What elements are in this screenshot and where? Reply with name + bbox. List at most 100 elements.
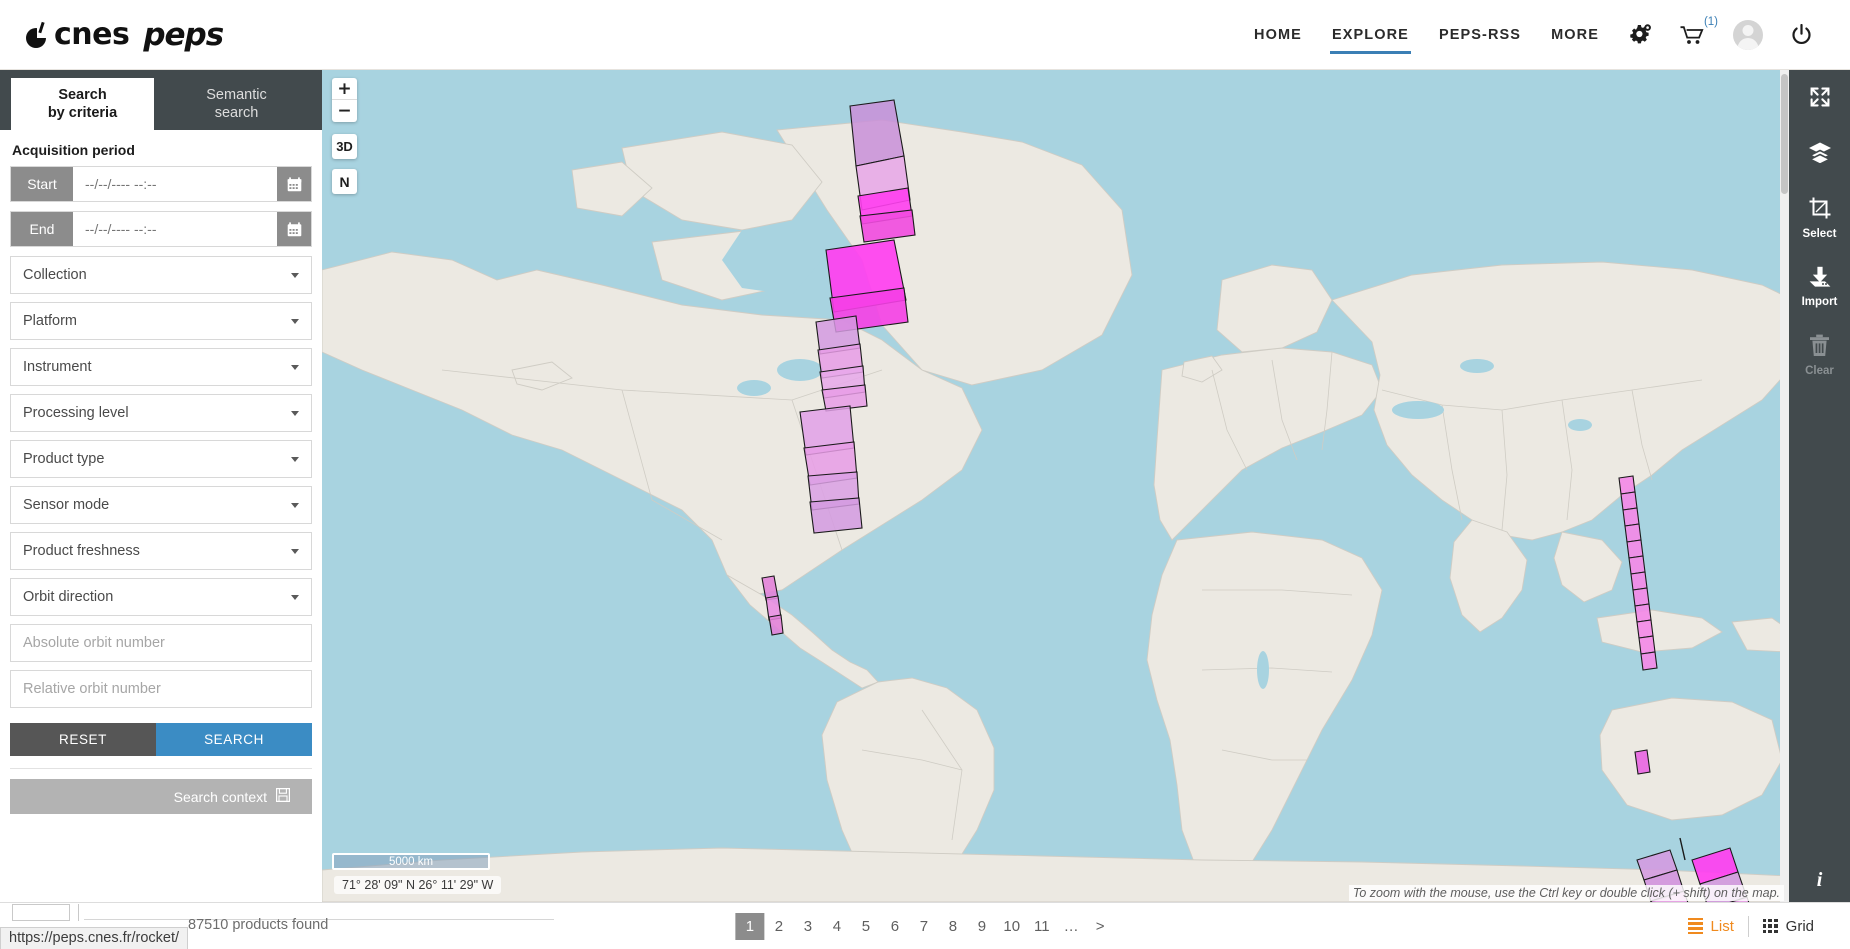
start-date-input[interactable] xyxy=(73,167,277,201)
app-header: cnes peps HOME EXPLORE PEPS-RSS MORE xyxy=(0,0,1850,70)
end-date-input[interactable] xyxy=(73,212,277,246)
layers-icon xyxy=(1808,141,1832,168)
select-orbit-direction[interactable]: Orbit direction xyxy=(10,578,312,616)
view-list-label: List xyxy=(1711,918,1734,935)
crop-select-icon xyxy=(1808,196,1832,225)
end-calendar-icon[interactable] xyxy=(277,212,311,246)
chevron-down-icon xyxy=(291,595,299,600)
select-sensor-mode-label: Sensor mode xyxy=(11,497,109,513)
results-footer: 87510 products found 1 2 3 4 5 6 7 8 9 1… xyxy=(0,902,1850,949)
tool-fullscreen[interactable] xyxy=(1789,76,1850,119)
page-2[interactable]: 2 xyxy=(764,913,793,940)
form-actions: RESET SEARCH xyxy=(10,723,312,756)
absolute-orbit-number-input[interactable] xyxy=(10,624,312,662)
tool-import-label: Import xyxy=(1802,296,1838,308)
tool-select[interactable]: Select xyxy=(1789,186,1850,246)
page-1[interactable]: 1 xyxy=(735,913,764,940)
select-product-freshness[interactable]: Product freshness xyxy=(10,532,312,570)
relative-orbit-number-input[interactable] xyxy=(10,670,312,708)
tab-semantic-search-line2: search xyxy=(215,104,259,122)
page-4[interactable]: 4 xyxy=(822,913,851,940)
footer-left-widget[interactable] xyxy=(12,904,70,921)
chevron-down-icon xyxy=(291,457,299,462)
fullscreen-icon xyxy=(1809,86,1831,113)
end-date-button[interactable]: End xyxy=(11,212,73,246)
page-9[interactable]: 9 xyxy=(967,913,996,940)
peps-wordmark: peps xyxy=(143,17,223,53)
form-divider xyxy=(10,768,312,769)
world-map[interactable]: + − 3D N 5000 km 71° 28' 09" N 26° 11' 2… xyxy=(322,70,1789,902)
view-mode-toggle: List Grid xyxy=(1674,916,1828,937)
search-button[interactable]: SEARCH xyxy=(156,723,312,756)
main-navigation: HOME EXPLORE PEPS-RSS MORE (1) xyxy=(1239,14,1826,56)
page-8[interactable]: 8 xyxy=(938,913,967,940)
toggle-3d-button[interactable]: 3D xyxy=(332,134,357,159)
select-instrument[interactable]: Instrument xyxy=(10,348,312,386)
select-product-type[interactable]: Product type xyxy=(10,440,312,478)
nav-peps-rss[interactable]: PEPS-RSS xyxy=(1424,14,1536,56)
start-calendar-icon[interactable] xyxy=(277,167,311,201)
reset-button[interactable]: RESET xyxy=(10,723,156,756)
page-next[interactable]: > xyxy=(1086,913,1115,940)
select-product-freshness-label: Product freshness xyxy=(11,543,140,559)
select-sensor-mode[interactable]: Sensor mode xyxy=(10,486,312,524)
chevron-down-icon xyxy=(291,503,299,508)
map-scrollbar-thumb[interactable] xyxy=(1781,74,1788,194)
trash-clear-icon xyxy=(1809,334,1830,362)
acquisition-period-label: Acquisition period xyxy=(12,142,312,158)
map-coordinates-readout: 71° 28' 09" N 26° 11' 29" W xyxy=(334,876,501,894)
tab-search-by-criteria[interactable]: Search by criteria xyxy=(11,78,154,130)
user-avatar-icon xyxy=(1733,20,1763,50)
tab-semantic-search[interactable]: Semantic search xyxy=(165,78,308,130)
page-3[interactable]: 3 xyxy=(793,913,822,940)
nav-home[interactable]: HOME xyxy=(1239,14,1317,56)
select-processing-level-label: Processing level xyxy=(11,405,129,421)
footer-left-separator xyxy=(78,904,79,921)
nav-more[interactable]: MORE xyxy=(1536,14,1614,56)
search-criteria-form: Acquisition period Start En xyxy=(0,130,322,814)
settings-gears-icon[interactable] xyxy=(1614,14,1666,56)
select-orbit-direction-label: Orbit direction xyxy=(11,589,113,605)
map-scrollbar[interactable] xyxy=(1780,70,1789,902)
tool-layers[interactable] xyxy=(1789,131,1850,174)
select-processing-level[interactable]: Processing level xyxy=(10,394,312,432)
view-grid-button[interactable]: Grid xyxy=(1749,918,1828,935)
cart-button[interactable]: (1) xyxy=(1666,14,1719,56)
page-5[interactable]: 5 xyxy=(851,913,880,940)
pagination: 1 2 3 4 5 6 7 8 9 10 11 … > xyxy=(735,913,1114,940)
search-context-button[interactable]: Search context xyxy=(10,779,312,814)
acquisition-start-row: Start xyxy=(10,166,312,202)
cnes-mark-icon xyxy=(26,22,52,48)
tab-semantic-search-line1: Semantic xyxy=(206,86,266,104)
logout-button[interactable] xyxy=(1777,14,1826,56)
view-list-button[interactable]: List xyxy=(1674,918,1748,935)
page-7[interactable]: 7 xyxy=(909,913,938,940)
select-platform-label: Platform xyxy=(11,313,77,329)
view-grid-label: Grid xyxy=(1786,918,1814,935)
info-icon[interactable]: i xyxy=(1789,869,1850,892)
cart-icon xyxy=(1680,25,1705,45)
cnes-logo[interactable]: cnes xyxy=(26,17,129,52)
select-collection[interactable]: Collection xyxy=(10,256,312,294)
zoom-out-button[interactable]: − xyxy=(332,100,357,122)
user-avatar[interactable] xyxy=(1719,14,1777,56)
zoom-in-button[interactable]: + xyxy=(332,78,357,100)
start-date-button[interactable]: Start xyxy=(11,167,73,201)
page-10[interactable]: 10 xyxy=(996,913,1027,940)
select-instrument-label: Instrument xyxy=(11,359,92,375)
tool-clear[interactable]: Clear xyxy=(1789,324,1850,383)
nav-explore[interactable]: EXPLORE xyxy=(1317,14,1424,56)
page-6[interactable]: 6 xyxy=(880,913,909,940)
tab-search-by-criteria-line2: by criteria xyxy=(48,104,117,122)
tool-clear-label: Clear xyxy=(1805,365,1834,377)
brand-logo[interactable]: cnes peps xyxy=(26,17,223,53)
page-11[interactable]: 11 xyxy=(1027,913,1057,940)
tab-search-by-criteria-line1: Search xyxy=(58,86,106,104)
select-product-type-label: Product type xyxy=(11,451,104,467)
tool-import[interactable]: Import xyxy=(1789,256,1850,314)
north-orientation-button[interactable]: N xyxy=(332,169,357,194)
cnes-wordmark: cnes xyxy=(54,17,129,52)
map-tools-panel: Select Import Cl xyxy=(1789,70,1850,902)
select-platform[interactable]: Platform xyxy=(10,302,312,340)
chevron-down-icon xyxy=(291,319,299,324)
